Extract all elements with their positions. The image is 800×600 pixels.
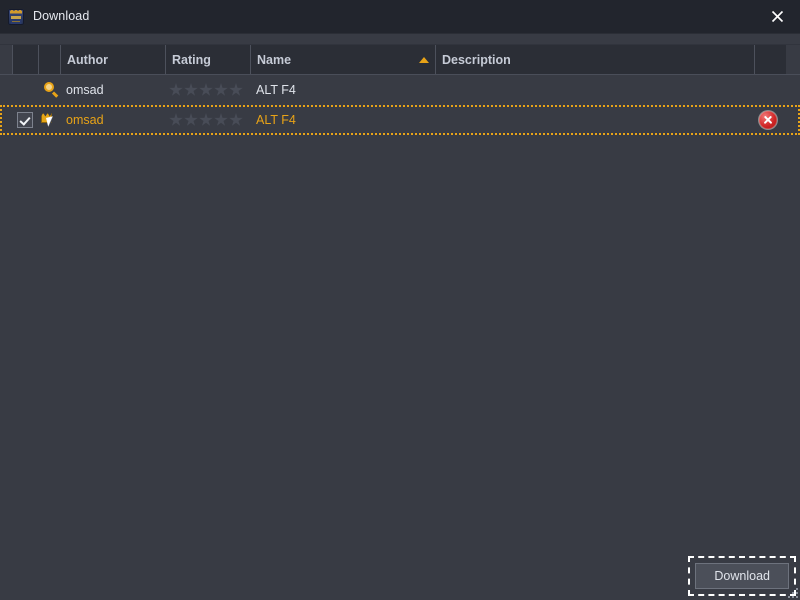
header-name[interactable]: Name: [250, 45, 435, 74]
download-dialog: Download Author Rating Name Description …: [0, 0, 800, 600]
header-icon-column[interactable]: [38, 45, 60, 74]
row-author-cell: omsad: [60, 75, 165, 105]
row-gutter-right: [786, 75, 800, 105]
row-gutter-left: [0, 75, 12, 105]
app-crest-icon: [8, 8, 24, 25]
header-rating[interactable]: Rating: [165, 45, 250, 74]
row-author-label: omsad: [66, 113, 104, 127]
rating-stars[interactable]: [169, 83, 243, 97]
close-icon: [771, 10, 784, 23]
star-icon[interactable]: [229, 83, 243, 96]
row-delete-cell: [754, 75, 786, 105]
star-icon[interactable]: [229, 113, 243, 126]
header-rating-label: Rating: [172, 52, 211, 67]
row-rating-cell[interactable]: [165, 105, 250, 135]
dialog-footer: Download: [0, 552, 800, 600]
header-gutter-right: [786, 45, 800, 74]
download-table: Author Rating Name Description omsad ALT…: [0, 34, 800, 552]
row-checkbox-cell[interactable]: [12, 75, 38, 105]
title-bar: Download: [0, 0, 800, 34]
header-author[interactable]: Author: [60, 45, 165, 74]
resize-grip-icon[interactable]: [786, 586, 798, 598]
window-title: Download: [33, 9, 90, 24]
row-description-cell: [435, 75, 754, 105]
row-checkbox-cell[interactable]: [12, 105, 38, 135]
table-header-row: Author Rating Name Description: [0, 44, 800, 75]
table-row[interactable]: omsad ALT F4: [0, 75, 800, 105]
header-name-label: Name: [257, 52, 292, 67]
row-author-cell: omsad: [60, 105, 165, 135]
star-icon[interactable]: [199, 83, 213, 96]
row-icon-cell[interactable]: [38, 75, 60, 105]
row-name-label: ALT F4: [256, 83, 296, 97]
row-icon-cell[interactable]: [38, 105, 60, 135]
row-description-cell: [435, 105, 754, 135]
header-gutter-left: [0, 45, 12, 74]
search-icon[interactable]: [44, 82, 60, 98]
delete-circle-icon[interactable]: [759, 111, 777, 129]
row-author-label: omsad: [66, 83, 104, 97]
star-icon[interactable]: [184, 113, 198, 126]
row-delete-cell[interactable]: [754, 105, 786, 135]
row-name-label: ALT F4: [256, 113, 296, 127]
header-author-label: Author: [67, 52, 108, 67]
rating-stars[interactable]: [169, 113, 243, 127]
star-icon[interactable]: [169, 83, 183, 96]
star-icon[interactable]: [214, 83, 228, 96]
row-gutter-left: [0, 105, 12, 135]
star-icon[interactable]: [214, 113, 228, 126]
sort-ascending-icon: [419, 56, 429, 63]
download-button[interactable]: Download: [695, 562, 789, 590]
row-gutter-right: [786, 105, 800, 135]
header-description-label: Description: [442, 52, 511, 67]
row-name-cell: ALT F4: [250, 75, 435, 105]
header-description[interactable]: Description: [435, 45, 754, 74]
row-name-cell: ALT F4: [250, 105, 435, 135]
star-icon[interactable]: [184, 83, 198, 96]
star-icon[interactable]: [199, 113, 213, 126]
row-rating-cell[interactable]: [165, 75, 250, 105]
table-row[interactable]: omsad ALT F4: [0, 105, 800, 135]
mod-cursor-icon[interactable]: [41, 112, 57, 128]
close-button[interactable]: [754, 0, 800, 33]
header-delete-column[interactable]: [754, 45, 786, 74]
header-select-all[interactable]: [12, 45, 38, 74]
table-body: omsad ALT F4 omsad ALT F4: [0, 75, 800, 552]
download-button-focus-ring: Download: [688, 555, 796, 597]
row-checkbox[interactable]: [17, 112, 33, 128]
star-icon[interactable]: [169, 113, 183, 126]
